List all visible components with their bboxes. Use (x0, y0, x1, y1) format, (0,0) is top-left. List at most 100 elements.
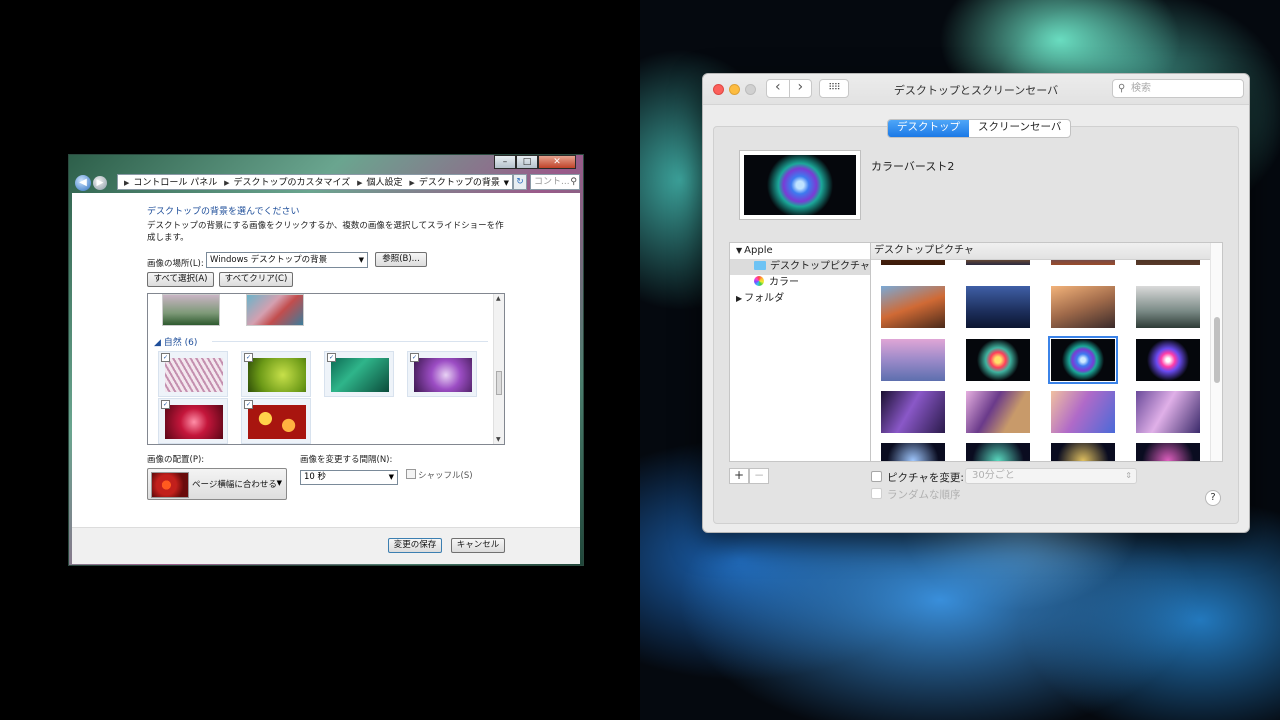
checkbox-box[interactable] (406, 469, 416, 479)
checkbox-box[interactable] (871, 488, 882, 499)
scroll-down-icon[interactable]: ▼ (496, 436, 501, 443)
wallpaper-thumbnail[interactable] (881, 339, 945, 381)
wallpaper-thumbnail-selected[interactable] (1048, 336, 1118, 384)
source-item-desktop-pictures[interactable]: デスクトップピクチャ (730, 259, 870, 275)
grid-header: デスクトップピクチャ (871, 243, 1211, 260)
position-select[interactable]: ページ横幅に合わせる ▼ (147, 468, 287, 500)
folder-icon (754, 261, 766, 270)
location-label: 画像の場所(L): (147, 259, 204, 269)
wallpaper-tile[interactable]: ✓ (407, 351, 477, 397)
add-folder-button[interactable]: + (729, 468, 749, 484)
wallpaper-thumbnail[interactable] (966, 339, 1030, 381)
checkbox-checked[interactable]: ✓ (410, 353, 419, 362)
tab-screensaver[interactable]: スクリーンセーバ (969, 120, 1070, 137)
disclosure-open-icon[interactable]: ▼ (736, 246, 742, 255)
content-area: デスクトップの背景を選んでください デスクトップの背景にする画像をクリックするか… (72, 193, 580, 527)
source-group-folders[interactable]: ▶ フォルダ (730, 291, 870, 307)
chevron-down-icon: ▼ (388, 473, 394, 481)
wallpaper-thumbnail[interactable] (966, 443, 1030, 461)
change-picture-checkbox[interactable]: ピクチャを変更: (871, 470, 964, 485)
change-interval-popup[interactable]: 30分ごと ⇕ (965, 468, 1137, 484)
chevron-down-icon: ▼ (276, 479, 282, 487)
search-placeholder: 検索 (1131, 83, 1151, 94)
interval-select[interactable]: 10 秒 ▼ (300, 470, 398, 485)
page-description: デスクトップの背景にする画像をクリックするか、複数の画像を選択してスライドショー… (147, 221, 504, 243)
interval-value: 10 秒 (304, 472, 327, 482)
breadcrumb-item[interactable]: 個人設定 (367, 178, 403, 188)
interval-label: 画像を変更する間隔(N): (300, 455, 393, 465)
wallpaper-thumbnail[interactable] (881, 391, 945, 433)
interval-value: 30分ごと (972, 470, 1015, 481)
minimize-button[interactable]: – (494, 155, 516, 169)
shuffle-checkbox[interactable]: シャッフル(S) (406, 469, 473, 481)
wallpaper-thumbnail[interactable] (1051, 391, 1115, 433)
page-title: デスクトップの背景を選んでください (147, 207, 300, 217)
source-item-colors[interactable]: カラー (730, 275, 870, 291)
scroll-thumb[interactable] (1214, 317, 1220, 383)
wallpaper-tile[interactable]: ✓ (324, 351, 394, 397)
tab-desktop[interactable]: デスクトップ (888, 120, 969, 137)
wallpaper-thumbnail[interactable] (162, 294, 220, 326)
checkbox-box[interactable] (871, 471, 882, 482)
source-group-apple[interactable]: ▼ Apple (730, 243, 870, 259)
help-button[interactable]: ? (1205, 490, 1221, 506)
search-input[interactable]: コント... ⚲ (530, 174, 580, 190)
wallpaper-thumbnail[interactable] (1051, 286, 1115, 328)
change-picture-label: ピクチャを変更: (887, 472, 964, 484)
wallpaper-thumbnail[interactable] (966, 286, 1030, 328)
forward-arrow-icon[interactable]: ▶ (93, 176, 107, 190)
position-label: 画像の配置(P): (147, 455, 205, 465)
location-value: Windows デスクトップの背景 (210, 255, 328, 265)
wallpaper-thumbnail[interactable] (881, 443, 945, 461)
close-button[interactable]: ✕ (538, 155, 576, 169)
wallpaper-tile[interactable]: ✓ (158, 351, 228, 397)
select-all-button[interactable]: すべて選択(A) (147, 272, 214, 287)
wallpaper-tile[interactable]: ✓ (158, 398, 228, 444)
disclosure-closed-icon[interactable]: ▶ (736, 294, 742, 303)
checkbox-checked[interactable]: ✓ (161, 400, 170, 409)
wallpaper-thumbnail[interactable] (1136, 286, 1200, 328)
random-order-checkbox[interactable]: ランダムな順序 (871, 487, 961, 502)
wallpaper-thumbnail[interactable] (1136, 391, 1200, 433)
search-icon: ⚲ (1118, 83, 1126, 94)
wallpaper-thumbnail[interactable] (1136, 443, 1200, 461)
chevron-down-icon[interactable]: ▼ (504, 175, 509, 189)
grid-scrollbar[interactable] (1210, 243, 1222, 461)
scroll-up-icon[interactable]: ▲ (496, 295, 501, 302)
cancel-button[interactable]: キャンセル (451, 538, 505, 553)
checkbox-checked[interactable]: ✓ (327, 353, 336, 362)
category-header[interactable]: ◢ 自然 (6) (154, 335, 197, 348)
wallpaper-thumbnail[interactable] (1051, 443, 1115, 461)
checkbox-checked[interactable]: ✓ (244, 400, 253, 409)
preview-image (744, 155, 856, 215)
wallpaper-thumbnail[interactable] (966, 391, 1030, 433)
maximize-button[interactable]: □ (516, 155, 538, 169)
checkbox-checked[interactable]: ✓ (161, 353, 170, 362)
search-input[interactable]: ⚲ 検索 (1112, 79, 1244, 98)
wallpaper-image (248, 358, 306, 392)
scroll-thumb[interactable] (496, 371, 502, 395)
gallery-scrollbar[interactable]: ▲ ▼ (493, 294, 504, 444)
breadcrumb-separator: ▶ (357, 179, 363, 187)
location-select[interactable]: Windows デスクトップの背景 ▼ (206, 252, 368, 268)
search-icon[interactable]: ⚲ (570, 175, 577, 189)
remove-folder-button[interactable]: − (749, 468, 769, 484)
wallpaper-tile[interactable]: ✓ (241, 398, 311, 444)
save-button[interactable]: 変更の保存 (388, 538, 442, 553)
wallpaper-tile[interactable]: ✓ (241, 351, 311, 397)
wallpaper-thumbnail[interactable] (881, 286, 945, 328)
checkbox-checked[interactable]: ✓ (244, 353, 253, 362)
breadcrumb-item[interactable]: デスクトップの背景 (419, 178, 500, 188)
color-wheel-icon (754, 276, 764, 286)
title-bar: ‹ › ⠿⠿ デスクトップとスクリーンセーバ ⚲ 検索 (703, 74, 1249, 105)
breadcrumb[interactable]: ▶ コントロール パネル ▶ デスクトップのカスタマイズ ▶ 個人設定 ▶ デスクトップ… (117, 174, 513, 190)
clear-all-button[interactable]: すべてクリア(C) (219, 272, 293, 287)
shuffle-label: シャッフル(S) (418, 471, 473, 481)
refresh-icon[interactable]: ↻ (513, 174, 527, 190)
breadcrumb-item[interactable]: コントロール パネル (133, 178, 217, 188)
back-arrow-icon[interactable]: ◀ (75, 175, 91, 191)
breadcrumb-item[interactable]: デスクトップのカスタマイズ (234, 178, 351, 188)
wallpaper-thumbnail[interactable] (246, 294, 304, 326)
browse-button[interactable]: 参照(B)... (375, 252, 427, 267)
wallpaper-thumbnail[interactable] (1136, 339, 1200, 381)
